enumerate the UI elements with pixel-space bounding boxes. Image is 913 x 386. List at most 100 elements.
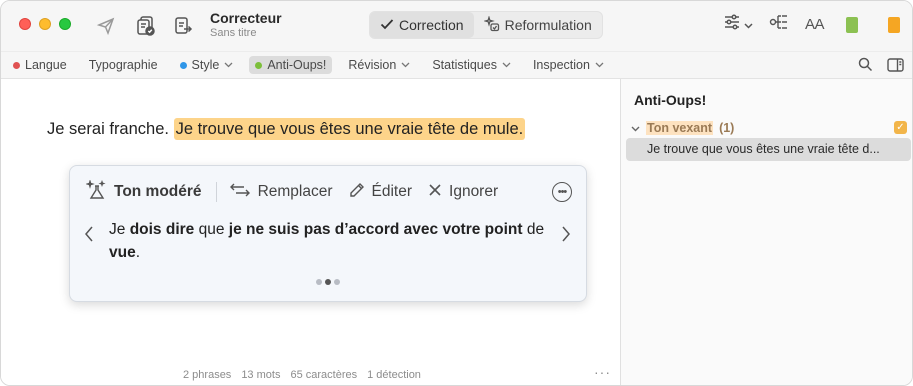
- issue-group-label: Ton vexant: [646, 121, 714, 135]
- suggestion-changed-part: dois dire: [129, 221, 195, 238]
- tab-typographie[interactable]: Typographie: [83, 56, 164, 74]
- group-checkbox[interactable]: ✓: [894, 121, 907, 134]
- popover-header: Ton modéré Remplacer Éditer Ignorer •••: [85, 178, 572, 205]
- issue-group-ton-vexant[interactable]: Ton vexant (1) ✓: [631, 120, 907, 136]
- phrase-count: 2 phrases: [183, 369, 232, 381]
- suggestion-popover: Ton modéré Remplacer Éditer Ignorer ••• …: [69, 165, 587, 302]
- tab-label: Inspection: [532, 58, 590, 72]
- text-size-button[interactable]: AA: [805, 16, 825, 33]
- pager-dot-active[interactable]: [325, 279, 331, 285]
- green-dot-icon: [255, 61, 263, 69]
- search-icon[interactable]: [858, 57, 873, 77]
- tab-label: Statistiques: [432, 58, 497, 72]
- tab-label: Anti-Oups!: [267, 58, 327, 72]
- editor-area[interactable]: Je serai franche. Je trouve que vous ête…: [1, 79, 620, 385]
- chevron-right-icon[interactable]: [561, 226, 571, 247]
- checkmark-icon: [380, 17, 394, 33]
- suggestion-changed-part: vue: [109, 244, 136, 261]
- close-window-button[interactable]: [19, 18, 31, 30]
- settings-menu-button[interactable]: [723, 14, 753, 35]
- sidebar-toggle-icon[interactable]: [887, 57, 904, 77]
- chevron-down-icon: [401, 60, 410, 70]
- correction-mode-label: Correction: [399, 17, 464, 33]
- check-document-icon[interactable]: [134, 14, 158, 38]
- suggestion-pager: [316, 279, 340, 285]
- tab-style[interactable]: Style: [174, 56, 240, 74]
- replace-button[interactable]: Remplacer: [229, 182, 333, 203]
- detection-count: 1 détection: [367, 369, 421, 381]
- pager-dot[interactable]: [334, 279, 340, 285]
- window-controls: [19, 18, 71, 30]
- popover-title: Ton modéré: [85, 178, 202, 205]
- category-tabs: Langue Typographie Style Anti-Oups! Révi…: [7, 56, 618, 74]
- mode-switch: Correction Reformulation: [369, 11, 603, 39]
- highlighted-sentence[interactable]: Je trouve que vous êtes une vraie tête d…: [173, 118, 526, 140]
- more-options-icon[interactable]: •••: [552, 182, 572, 202]
- green-book-icon[interactable]: [846, 16, 858, 33]
- window-title-block: Correcteur Sans titre: [210, 10, 282, 39]
- issue-list-item[interactable]: Je trouve que vous êtes une vraie tête d…: [626, 138, 911, 161]
- tab-label: Style: [191, 58, 220, 72]
- character-count: 65 caractères: [290, 369, 358, 381]
- close-icon: [428, 183, 442, 202]
- tab-inspection[interactable]: Inspection: [527, 56, 610, 74]
- chevron-down-icon: [595, 60, 604, 70]
- orange-book-icon[interactable]: [888, 16, 900, 33]
- tab-anti-oups[interactable]: Anti-Oups!: [249, 56, 333, 74]
- document-export-icon[interactable]: [171, 14, 195, 38]
- popover-divider: [215, 182, 217, 202]
- zoom-window-button[interactable]: [59, 18, 71, 30]
- chevron-left-icon[interactable]: [84, 226, 94, 247]
- suggestion-changed-part: je ne suis pas d’accord avec votre point: [228, 221, 523, 238]
- issue-group-count: (1): [719, 121, 735, 135]
- right-toolbar: AA: [723, 13, 900, 36]
- edit-button[interactable]: Éditer: [349, 182, 412, 203]
- correction-mode-button[interactable]: Correction: [370, 12, 474, 38]
- tab-statistiques[interactable]: Statistiques: [426, 56, 517, 74]
- sidebar-title: Anti-Oups!: [634, 92, 707, 108]
- reformulation-mode-label: Reformulation: [504, 17, 592, 33]
- plain-sentence: Je serai franche.: [47, 120, 169, 138]
- sparkle-icon: [482, 14, 500, 35]
- chevron-down-icon: [744, 16, 753, 34]
- tab-revision[interactable]: Révision: [342, 56, 416, 74]
- chevron-down-icon[interactable]: [631, 121, 640, 135]
- toolbar-right-actions: [858, 57, 904, 77]
- blue-dot-icon: [179, 61, 187, 69]
- minimize-window-button[interactable]: [39, 18, 51, 30]
- window-title: Correcteur: [210, 10, 282, 26]
- editor-text[interactable]: Je serai franche. Je trouve que vous ête…: [47, 118, 526, 140]
- chevron-down-icon: [502, 60, 511, 70]
- swap-arrows-icon: [229, 182, 251, 203]
- pager-dot[interactable]: [316, 279, 322, 285]
- inspector-sidebar: Anti-Oups! Ton vexant (1) ✓ Je trouve qu…: [620, 79, 912, 385]
- sliders-icon: [723, 14, 741, 35]
- pencil-icon: [349, 182, 365, 203]
- tab-label: Typographie: [88, 58, 158, 72]
- suggestion-text: Je dois dire que je ne suis pas d’accord…: [109, 218, 549, 264]
- window-subtitle: Sans titre: [210, 27, 257, 39]
- suggestion-part: de: [522, 221, 545, 238]
- ignore-button[interactable]: Ignorer: [428, 183, 498, 202]
- tab-label: Révision: [348, 58, 397, 72]
- suggestion-part: .: [135, 244, 141, 261]
- word-count: 13 mots: [241, 369, 281, 381]
- title-bar: Correcteur Sans titre Correction Reformu…: [1, 1, 912, 51]
- reformulation-mode-button[interactable]: Reformulation: [474, 12, 602, 38]
- category-toolbar: Langue Typographie Style Anti-Oups! Révi…: [1, 51, 912, 79]
- suggestion-part: Je: [109, 221, 130, 238]
- suggestion-part: que: [194, 221, 229, 238]
- replace-label: Remplacer: [257, 183, 333, 200]
- tab-label: Langue: [25, 58, 67, 72]
- send-icon[interactable]: [94, 14, 118, 38]
- outline-tree-icon[interactable]: [769, 13, 789, 36]
- tab-langue[interactable]: Langue: [7, 56, 73, 74]
- status-bar: 2 phrases 13 mots 65 caractères 1 détect…: [183, 369, 421, 381]
- status-more-icon[interactable]: ···: [594, 364, 611, 380]
- ignore-label: Ignorer: [449, 183, 499, 200]
- popover-title-label: Ton modéré: [114, 183, 202, 200]
- flask-sparkle-icon: [85, 178, 108, 205]
- app-window: Correcteur Sans titre Correction Reformu…: [0, 0, 913, 386]
- red-dot-icon: [13, 61, 20, 69]
- chevron-down-icon: [224, 60, 233, 70]
